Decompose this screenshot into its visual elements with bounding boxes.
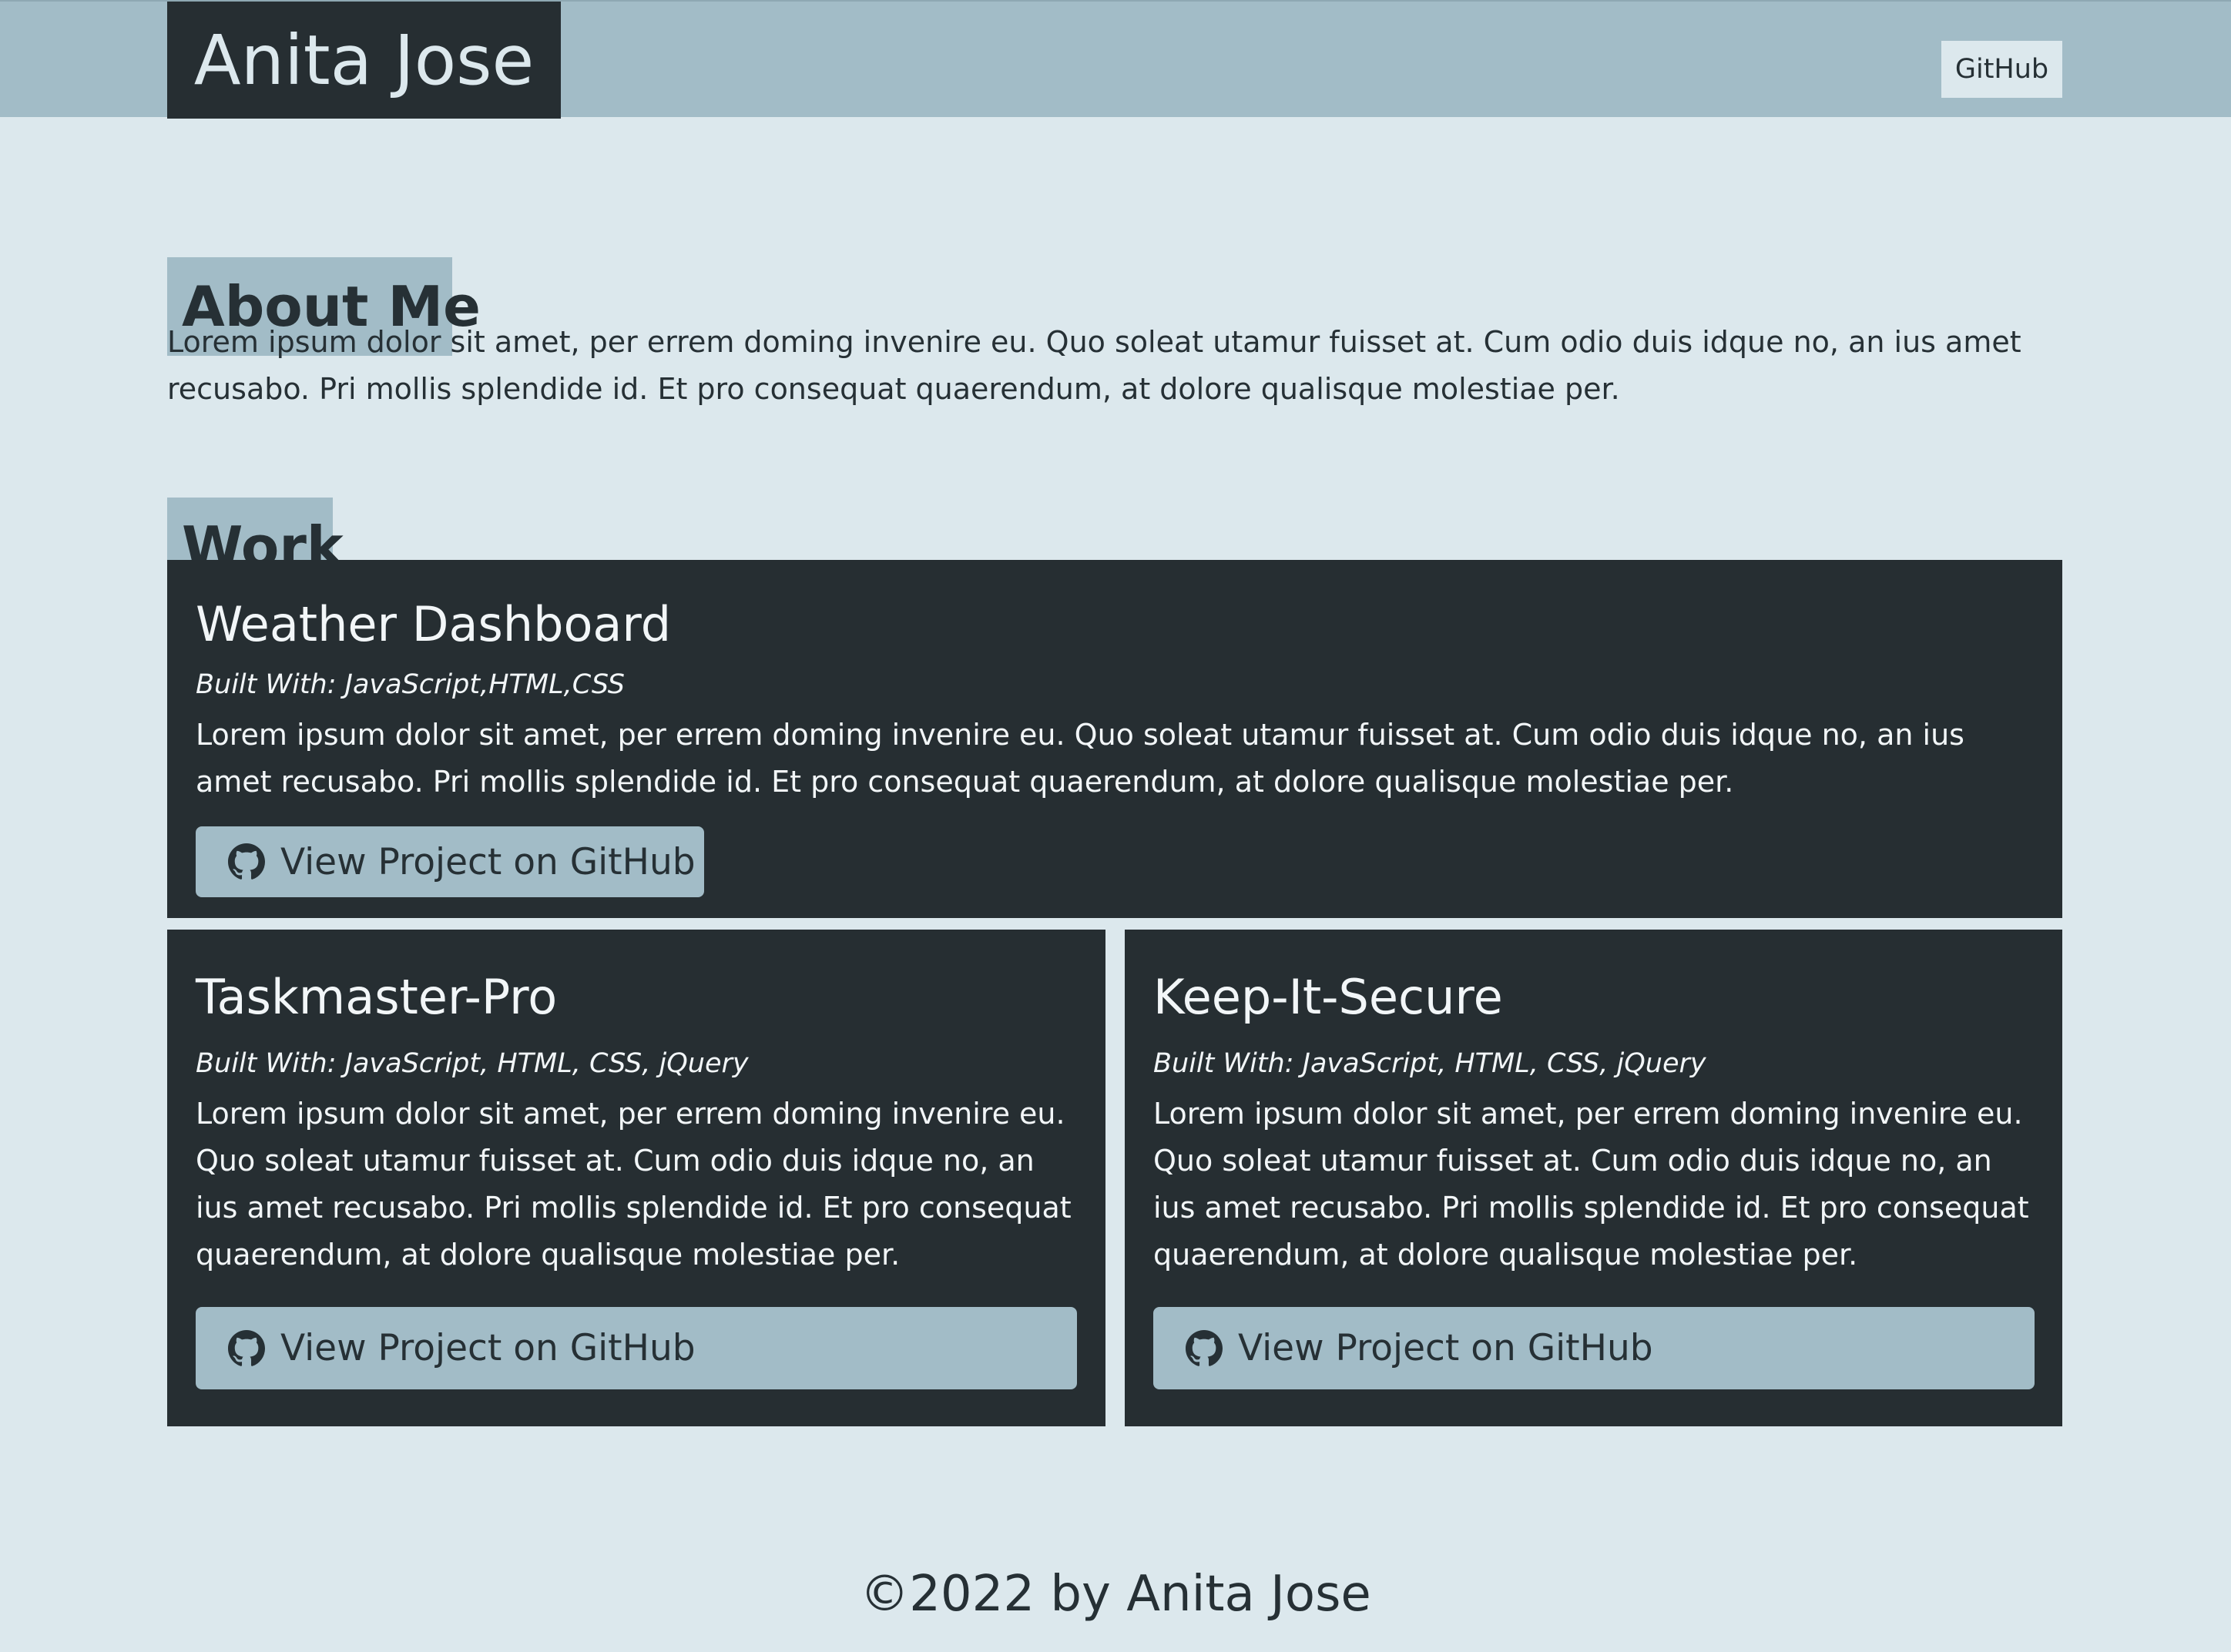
project-card-keep-it-secure: Keep-It-Secure Built With: JavaScript, H… [1125, 930, 2062, 1426]
github-icon [1186, 1329, 1223, 1366]
view-project-label: View Project on GitHub [1238, 1327, 1653, 1369]
project-built-with: Built With: JavaScript, HTML, CSS, jQuer… [196, 1048, 749, 1079]
site-brand: Anita Jose [167, 2, 561, 119]
project-card-taskmaster-pro: Taskmaster-Pro Built With: JavaScript, H… [167, 930, 1105, 1426]
project-description: Lorem ipsum dolor sit amet, per errem do… [196, 1097, 1072, 1272]
github-nav-link[interactable]: GitHub [1941, 41, 2062, 98]
view-project-label: View Project on GitHub [280, 840, 696, 883]
site-header: Anita Jose GitHub [0, 0, 2231, 119]
project-title: Taskmaster-Pro [196, 969, 558, 1025]
project-card-weather-dashboard: Weather Dashboard Built With: JavaScript… [167, 560, 2062, 918]
view-project-button[interactable]: View Project on GitHub [196, 1307, 1077, 1389]
github-icon [228, 843, 265, 880]
view-project-label: View Project on GitHub [280, 1327, 696, 1369]
project-title: Weather Dashboard [196, 596, 672, 652]
site-footer: ©2022 by Anita Jose [860, 1566, 1371, 1623]
project-title: Keep-It-Secure [1153, 969, 1503, 1025]
project-built-with: Built With: JavaScript,HTML,CSS [196, 669, 626, 700]
about-me-text: Lorem ipsum dolor sit amet, per errem do… [167, 325, 2021, 406]
github-icon [228, 1329, 265, 1366]
view-project-button[interactable]: View Project on GitHub [196, 826, 704, 897]
project-description: Lorem ipsum dolor sit amet, per errem do… [1153, 1097, 2029, 1272]
view-project-button[interactable]: View Project on GitHub [1153, 1307, 2035, 1389]
project-built-with: Built With: JavaScript, HTML, CSS, jQuer… [1153, 1048, 1706, 1079]
project-description: Lorem ipsum dolor sit amet, per errem do… [196, 718, 1964, 799]
